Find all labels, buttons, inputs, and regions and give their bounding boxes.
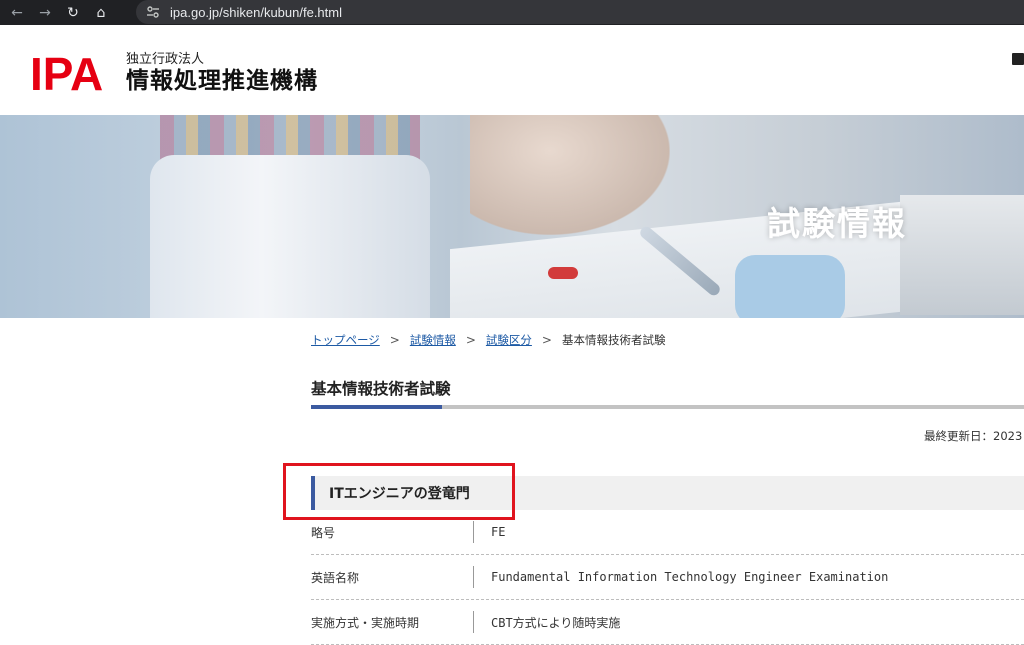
info-value: FE <box>491 525 506 539</box>
org-name: 情報処理推進機構 <box>126 68 318 94</box>
breadcrumb-link-exam-info[interactable]: 試験情報 <box>410 332 456 348</box>
url-text[interactable]: ipa.go.jp/shiken/kubun/fe.html <box>170 5 342 20</box>
hero-toy-image <box>735 255 845 318</box>
home-icon: ⌂ <box>96 4 106 21</box>
hero-banner: 試験情報 <box>0 115 1024 318</box>
chevron-right-icon: > <box>541 333 552 347</box>
hero-laptop-image <box>900 195 1024 315</box>
browser-toolbar: ← → ↻ ⌂ ipa.go.jp/shiken/kubun/fe.html <box>0 0 1024 25</box>
info-row-exam-method: 実施方式・実施時期 CBT方式により随時実施 <box>311 600 1024 645</box>
ipa-logo[interactable]: IPA 独立行政法人 情報処理推進機構 <box>30 50 318 98</box>
arrow-right-icon: → <box>39 4 51 21</box>
hero-cup-image <box>150 155 430 318</box>
site-header: IPA 独立行政法人 情報処理推進機構 <box>0 25 1024 115</box>
info-divider <box>473 611 474 633</box>
info-label: 略号 <box>311 525 336 540</box>
title-underline-accent <box>311 405 442 409</box>
info-divider <box>473 566 474 588</box>
ipa-logo-mark: IPA <box>30 50 103 98</box>
info-value: CBT方式により随時実施 <box>491 615 621 630</box>
breadcrumb-link-exam-category[interactable]: 試験区分 <box>486 332 532 348</box>
forward-button[interactable]: → <box>34 2 56 24</box>
logo-letters: IPA <box>30 50 103 98</box>
info-row-english-name: 英語名称 Fundamental Information Technology … <box>311 555 1024 600</box>
site-info-icon[interactable] <box>144 3 162 21</box>
reload-button[interactable]: ↻ <box>62 2 84 24</box>
hero-marker-image <box>548 267 578 279</box>
home-button[interactable]: ⌂ <box>90 2 112 24</box>
chevron-right-icon: > <box>389 333 400 347</box>
info-row-abbreviation: 略号 FE <box>311 510 1024 555</box>
arrow-left-icon: ← <box>11 4 23 21</box>
back-button[interactable]: ← <box>6 2 28 24</box>
hero-title: 試験情報 <box>767 204 907 243</box>
org-subtitle: 独立行政法人 <box>126 52 205 67</box>
address-bar[interactable]: ipa.go.jp/shiken/kubun/fe.html <box>136 0 1024 24</box>
info-value: Fundamental Information Technology Engin… <box>491 570 889 584</box>
menu-icon[interactable] <box>1012 53 1024 65</box>
breadcrumb-link-top[interactable]: トップページ <box>311 332 380 348</box>
reload-icon: ↻ <box>67 4 79 21</box>
breadcrumb-current: 基本情報技術者試験 <box>561 333 666 347</box>
info-label: 実施方式・実施時期 <box>311 615 420 630</box>
page-title: 基本情報技術者試験 <box>311 380 451 398</box>
hero-hand-image <box>470 115 670 235</box>
last-updated: 最終更新日：2023 <box>924 429 1023 443</box>
info-divider <box>473 521 474 543</box>
chevron-right-icon: > <box>465 333 476 347</box>
info-label: 英語名称 <box>311 570 360 585</box>
breadcrumb: トップページ > 試験情報 > 試験区分 > 基本情報技術者試験 <box>311 332 665 348</box>
